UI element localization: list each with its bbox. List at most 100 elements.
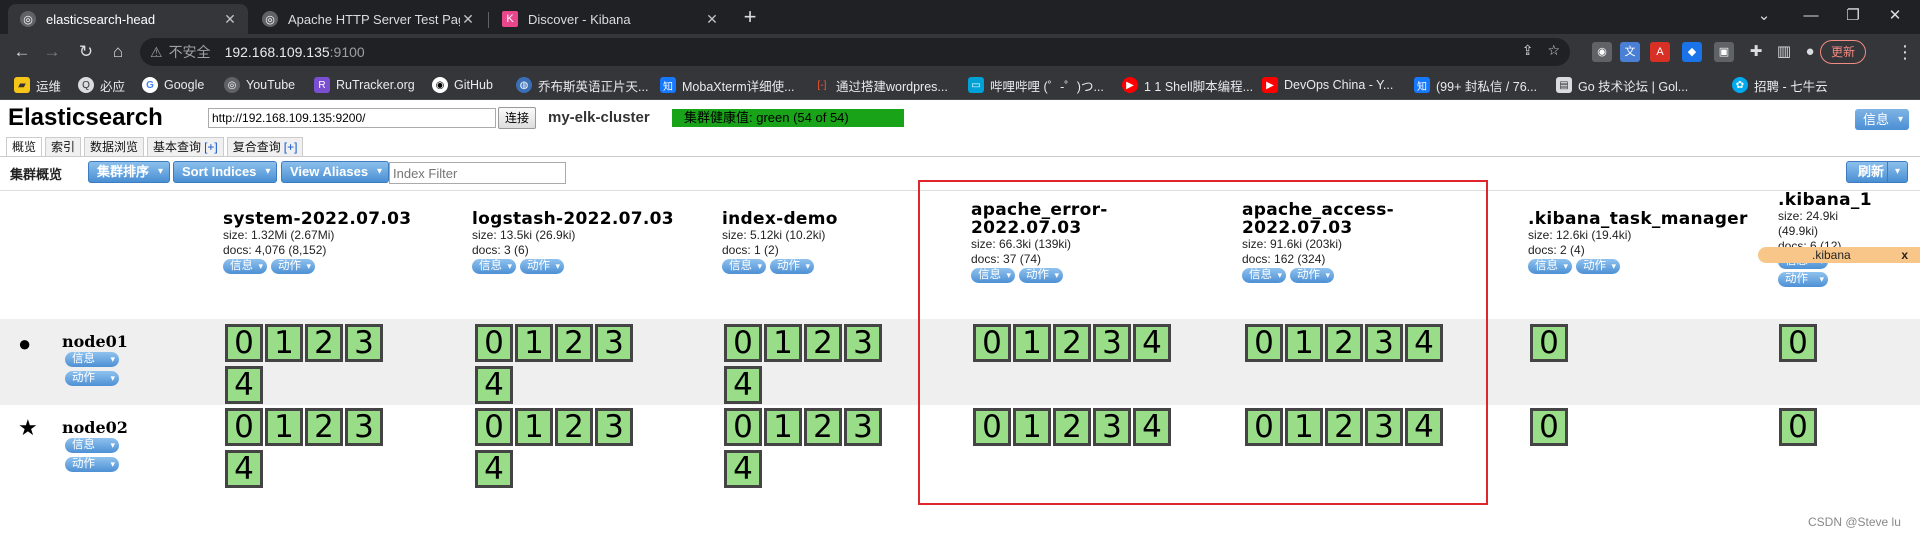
shard-box[interactable]: 1	[515, 408, 553, 446]
shard-box[interactable]: 4	[724, 366, 762, 404]
bookmark-item[interactable]: ◎ YouTube	[224, 76, 295, 94]
alias-tag-kibana[interactable]: .kibana x	[1758, 247, 1920, 263]
shard-box[interactable]: 0	[1779, 324, 1817, 362]
extension-github-icon[interactable]: ◉	[1592, 42, 1612, 62]
tab-kibana-discover[interactable]: K Discover - Kibana ✕	[490, 4, 730, 34]
shard-box[interactable]: 4	[225, 450, 263, 488]
shard-box[interactable]: 4	[225, 366, 263, 404]
add-tab-link[interactable]: [+]	[284, 140, 298, 154]
shard-box[interactable]: 0	[724, 408, 762, 446]
restore-button[interactable]: ❐	[1832, 2, 1874, 30]
shard-box[interactable]: 1	[764, 324, 802, 362]
address-bar[interactable]: ⚠ 不安全 192.168.109.135 :9100 ⇪ ☆	[140, 38, 1570, 66]
index-action-button[interactable]: 动作	[1778, 272, 1828, 287]
shard-box[interactable]: 3	[595, 408, 633, 446]
shard-box[interactable]: 4	[475, 450, 513, 488]
bookmark-item[interactable]: 知 MobaXterm详细使...	[660, 76, 795, 94]
index-info-button[interactable]: 信息	[722, 259, 766, 274]
bookmark-item[interactable]: Q 必应	[78, 76, 125, 94]
shard-box[interactable]: 0	[475, 408, 513, 446]
close-tab-icon[interactable]: ✕	[704, 11, 720, 28]
shard-box[interactable]: 2	[804, 324, 842, 362]
tab-browser[interactable]: 数据浏览	[84, 137, 145, 157]
back-arrow-icon[interactable]: ←	[10, 40, 34, 64]
shard-box[interactable]: 3	[595, 324, 633, 362]
bookmark-item[interactable]: [-] 通过搭建wordpres...	[814, 76, 948, 94]
shard-box[interactable]: 0	[1530, 324, 1568, 362]
node-info-button[interactable]: 信息	[65, 352, 119, 367]
tab-indices[interactable]: 索引	[45, 137, 82, 157]
warning-icon[interactable]: ⚠	[150, 44, 163, 61]
node-action-button[interactable]: 动作	[65, 457, 119, 472]
reload-icon[interactable]: ↻	[74, 40, 98, 64]
shard-box[interactable]: 2	[804, 408, 842, 446]
bookmark-item[interactable]: ▶ 1 1 Shell脚本编程...	[1122, 76, 1253, 94]
extension-pdf-icon[interactable]: A	[1650, 42, 1670, 62]
bookmark-item[interactable]: ◍ 乔布斯英语正片天...	[516, 76, 648, 94]
index-action-button[interactable]: 动作	[1576, 259, 1620, 274]
shard-box[interactable]: 1	[265, 324, 303, 362]
shard-box[interactable]: 3	[844, 408, 882, 446]
shard-box[interactable]: 0	[1530, 408, 1568, 446]
index-action-button[interactable]: 动作	[271, 259, 315, 274]
tab-compound-query[interactable]: 复合查询 [+]	[226, 137, 304, 157]
bookmark-item[interactable]: ▰ 运维	[14, 76, 61, 94]
shard-box[interactable]: 1	[764, 408, 802, 446]
refresh-button[interactable]: 刷新 ▾	[1846, 161, 1908, 183]
extensions-puzzle-icon[interactable]: ✚	[1746, 42, 1766, 62]
index-info-button[interactable]: 信息	[1528, 259, 1572, 274]
shard-box[interactable]: 0	[225, 324, 263, 362]
profile-icon[interactable]: ●	[1800, 42, 1820, 62]
close-tab-icon[interactable]: ✕	[460, 11, 476, 28]
sort-indices-button[interactable]: Sort Indices	[173, 161, 278, 183]
shard-box[interactable]: 2	[305, 324, 343, 362]
home-icon[interactable]: ⌂	[106, 40, 130, 64]
shard-box[interactable]: 3	[345, 324, 383, 362]
tab-basic-query[interactable]: 基本查询 [+]	[147, 137, 224, 157]
sort-cluster-button[interactable]: 集群排序	[88, 161, 171, 183]
shard-box[interactable]: 0	[475, 324, 513, 362]
node-action-button[interactable]: 动作	[65, 371, 119, 386]
index-info-button[interactable]: 信息	[223, 259, 267, 274]
tab-search-icon[interactable]: ⌄	[1743, 2, 1785, 30]
extension-translate-icon[interactable]: 文	[1620, 42, 1640, 62]
bookmark-star-icon[interactable]: ☆	[1547, 42, 1560, 59]
bookmark-item[interactable]: ✿ 招聘 - 七牛云	[1732, 76, 1828, 94]
connect-button[interactable]: 连接	[498, 107, 537, 129]
index-filter-input[interactable]	[389, 162, 566, 184]
bookmark-item[interactable]: ▶ DevOps China - Y...	[1262, 76, 1393, 94]
shard-box[interactable]: 1	[265, 408, 303, 446]
close-window-button[interactable]: ✕	[1874, 2, 1916, 30]
shard-box[interactable]: 2	[555, 408, 593, 446]
index-action-button[interactable]: 动作	[520, 259, 564, 274]
menu-kebab-icon[interactable]: ⋮	[1896, 40, 1914, 64]
connect-url-input[interactable]	[208, 108, 496, 128]
shard-box[interactable]: 4	[475, 366, 513, 404]
extension-screen-icon[interactable]: ▣	[1714, 42, 1734, 62]
tab-elasticsearch-head[interactable]: ◎ elasticsearch-head ✕	[8, 4, 248, 34]
info-menu-button[interactable]: 信息	[1855, 109, 1910, 130]
bookmark-item[interactable]: R RuTracker.org	[314, 76, 415, 94]
shard-box[interactable]: 0	[225, 408, 263, 446]
shard-box[interactable]: 4	[724, 450, 762, 488]
update-button[interactable]: 更新	[1820, 40, 1867, 64]
bookmark-item[interactable]: ◉ GitHub	[432, 76, 493, 94]
view-aliases-button[interactable]: View Aliases	[281, 161, 390, 183]
shard-box[interactable]: 0	[1779, 408, 1817, 446]
shard-box[interactable]: 0	[724, 324, 762, 362]
shard-box[interactable]: 1	[515, 324, 553, 362]
bookmark-item[interactable]: G Google	[142, 76, 204, 94]
new-tab-button[interactable]: +	[737, 5, 763, 31]
shard-box[interactable]: 2	[555, 324, 593, 362]
shard-box[interactable]: 2	[305, 408, 343, 446]
add-tab-link[interactable]: [+]	[204, 140, 218, 154]
index-action-button[interactable]: 动作	[770, 259, 814, 274]
minimize-button[interactable]: —	[1790, 2, 1832, 30]
tab-apache-test-page[interactable]: ◎ Apache HTTP Server Test Page ✕	[250, 4, 486, 34]
side-panel-icon[interactable]: ▥	[1774, 42, 1794, 62]
bookmark-item[interactable]: ▤ Go 技术论坛 | Gol...	[1556, 76, 1688, 94]
bookmark-item[interactable]: 知 (99+ 封私信 / 76...	[1414, 76, 1537, 94]
remove-alias-icon[interactable]: x	[1901, 247, 1908, 263]
shard-box[interactable]: 3	[345, 408, 383, 446]
close-tab-icon[interactable]: ✕	[222, 11, 238, 28]
